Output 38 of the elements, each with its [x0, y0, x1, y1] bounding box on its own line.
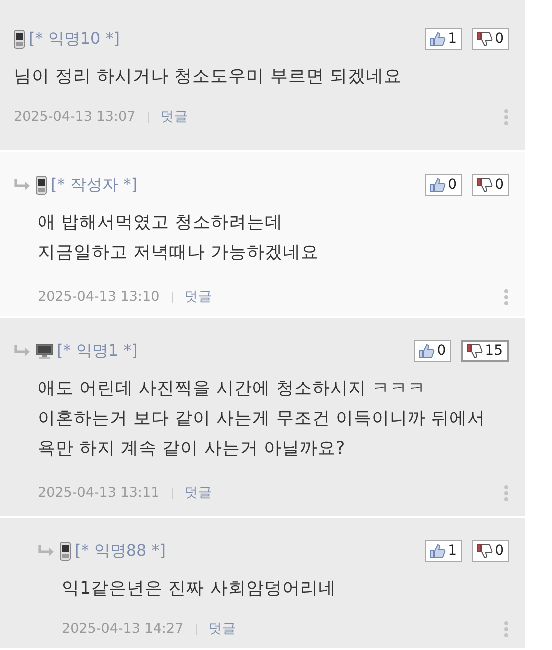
- comment-date: 2025-04-13 14:27: [62, 621, 184, 637]
- author-name: [* 익명1 *]: [57, 340, 138, 362]
- more-icon[interactable]: [504, 620, 509, 638]
- thumbs-up-icon: [430, 32, 446, 46]
- comment-date: 2025-04-13 13:07: [14, 109, 136, 125]
- comment-text: 욕만 하지 계속 같이 사는거 아닐까요?: [38, 438, 346, 461]
- thumbs-down-icon: [477, 544, 494, 558]
- author-name: [* 익명88 *]: [75, 540, 166, 562]
- more-icon[interactable]: [504, 108, 509, 126]
- thumbs-up-icon: [430, 544, 446, 558]
- like-button[interactable]: 0: [414, 340, 452, 362]
- like-button[interactable]: 1: [425, 540, 462, 562]
- like-button[interactable]: 1: [425, 28, 462, 50]
- thumbs-up-icon: [419, 344, 436, 358]
- dislike-button[interactable]: 15: [461, 340, 509, 362]
- comment-text: 지금일하고 저녁때나 가능하겠네요: [38, 242, 320, 265]
- thumbs-down-icon: [477, 32, 494, 46]
- reply-arrow-icon: [38, 545, 56, 557]
- reply-arrow-icon: [14, 179, 32, 191]
- dislike-button[interactable]: 0: [472, 28, 509, 50]
- author-name: [* 익명10 *]: [29, 28, 120, 50]
- more-icon[interactable]: [504, 484, 509, 502]
- dislike-button[interactable]: 0: [472, 540, 509, 562]
- comment-text: 익1같은년은 진짜 사회암덩어리네: [62, 578, 338, 601]
- thumbs-up-icon: [430, 178, 446, 192]
- thumbs-down-icon: [467, 344, 484, 358]
- comment-text: 이혼하는거 보다 같이 사는게 무조건 이득이니까 뒤에서: [38, 408, 486, 431]
- thumbs-down-icon: [477, 178, 494, 192]
- dislike-button[interactable]: 0: [472, 174, 509, 196]
- like-button[interactable]: 0: [425, 174, 462, 196]
- more-icon[interactable]: [504, 288, 509, 306]
- comment-text: 애도 어린데 사진찍을 시간에 청소하시지 ㅋㅋㅋ: [38, 378, 427, 401]
- comment-text: 애 밥해서먹였고 청소하려는데: [38, 212, 284, 235]
- comment-date: 2025-04-13 13:10: [38, 289, 160, 305]
- author-name: [* 작성자 *]: [51, 174, 138, 196]
- comment-text: 님이 정리 하시거나 청소도우미 부르면 되겠네요: [14, 66, 403, 89]
- comment-date: 2025-04-13 13:11: [38, 485, 160, 501]
- reply-arrow-icon: [14, 345, 32, 357]
